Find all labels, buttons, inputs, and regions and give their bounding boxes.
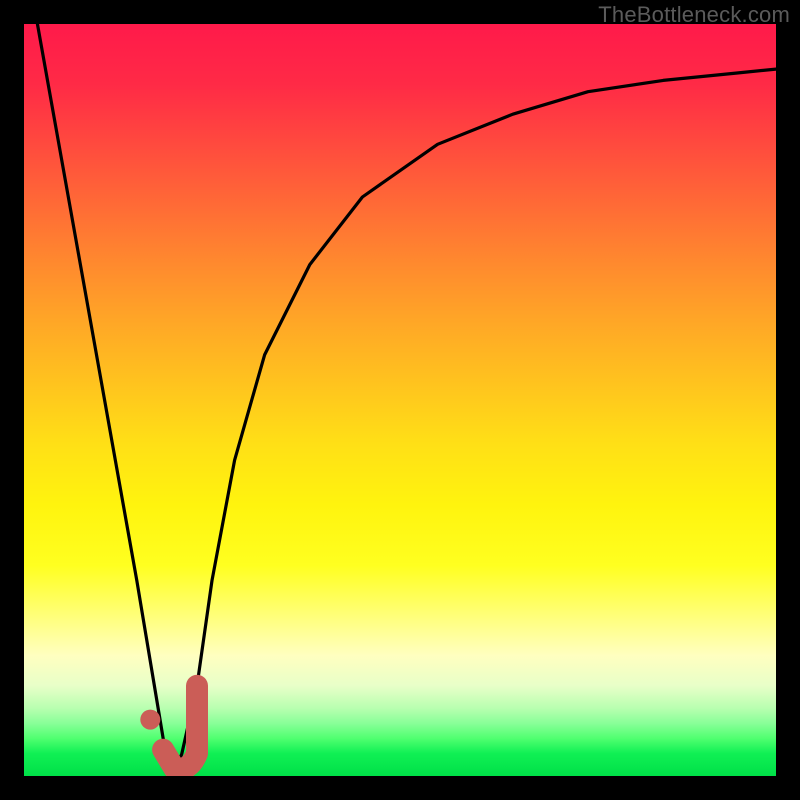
accent-dot: [140, 710, 160, 730]
accent-j-mark: [163, 686, 197, 769]
bottleneck-curve-path: [24, 24, 776, 776]
watermark-label: TheBottleneck.com: [598, 2, 790, 28]
bottleneck-curve-svg: [24, 24, 776, 776]
chart-plot-area: [24, 24, 776, 776]
